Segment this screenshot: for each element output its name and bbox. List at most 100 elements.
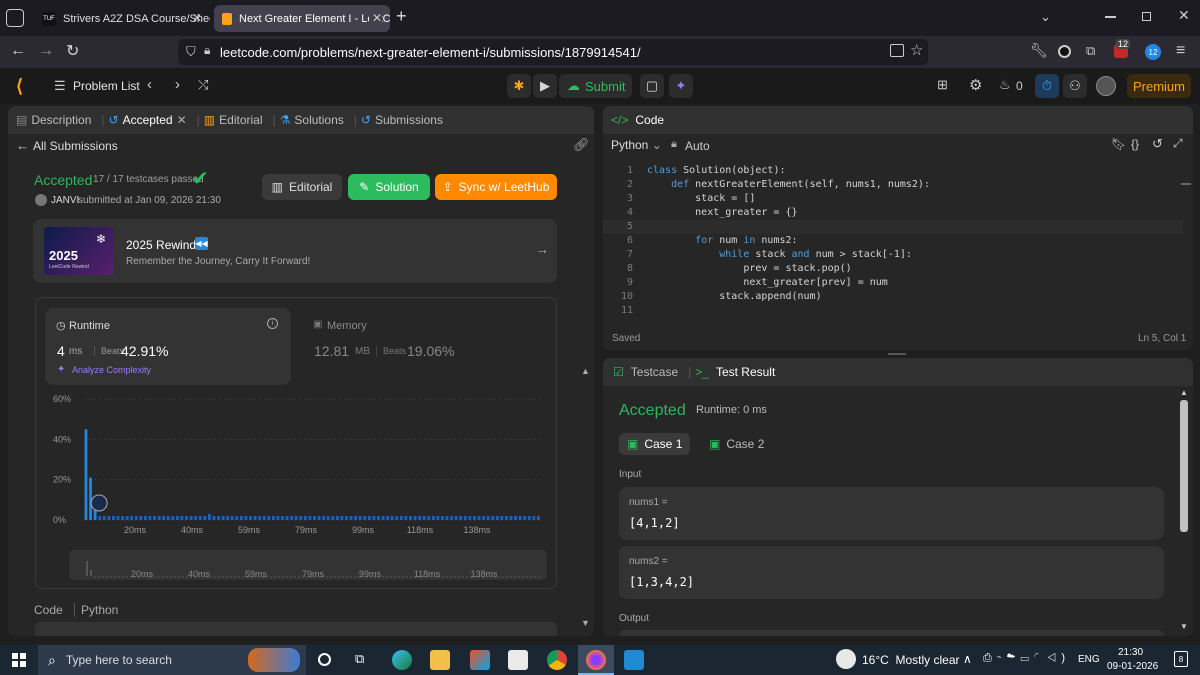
edge-icon[interactable] bbox=[392, 650, 412, 670]
scrollbar[interactable]: ▲ ▼ bbox=[581, 366, 590, 628]
url-bar[interactable]: ⛉ 🔒︎ leetcode.com/problems/next-greater-… bbox=[178, 39, 928, 65]
reload-icon[interactable]: ↻ bbox=[66, 41, 79, 61]
chart-bar bbox=[294, 515, 298, 520]
scroll-thumb[interactable] bbox=[1180, 400, 1188, 532]
browser-tab-leetcode[interactable]: Next Greater Element I - LeetCo ✕ bbox=[214, 5, 390, 32]
clock-time[interactable]: 21:30 bbox=[1118, 647, 1143, 658]
cortana-circle-icon[interactable] bbox=[318, 653, 331, 666]
all-submissions-link[interactable]: All Submissions bbox=[33, 139, 118, 153]
tab-submissions[interactable]: Submissions bbox=[375, 113, 443, 127]
profile-icon[interactable]: 12 bbox=[1145, 44, 1161, 60]
test-scrollbar[interactable]: ▲ ▼ bbox=[1178, 388, 1190, 634]
language-select[interactable]: Python ⌄ bbox=[611, 138, 662, 152]
settings-gear-icon[interactable]: ⚙ bbox=[969, 76, 982, 94]
next-problem-icon[interactable]: › bbox=[175, 76, 180, 93]
close-window-icon[interactable]: ✕ bbox=[1178, 7, 1190, 24]
tab-testcase[interactable]: Testcase bbox=[631, 365, 678, 379]
tab-accepted[interactable]: Accepted bbox=[123, 113, 173, 127]
vscode-icon[interactable] bbox=[624, 650, 644, 670]
store-icon[interactable] bbox=[470, 650, 490, 670]
problem-list-icon[interactable]: ☰ bbox=[54, 78, 66, 94]
info-icon[interactable]: i bbox=[267, 318, 278, 329]
problem-list-link[interactable]: Problem List bbox=[73, 79, 140, 93]
auto-mode[interactable]: Auto bbox=[685, 139, 710, 153]
back-icon[interactable]: ← bbox=[10, 42, 26, 60]
new-tab-button[interactable]: + bbox=[396, 6, 407, 27]
analyze-complexity-link[interactable]: Analyze Complexity bbox=[72, 365, 151, 375]
tab-overview-icon[interactable] bbox=[6, 9, 24, 27]
expand-icon[interactable]: ⤢ bbox=[1173, 136, 1183, 151]
weather-icon[interactable] bbox=[836, 649, 856, 669]
menu-icon[interactable]: ≡ bbox=[1176, 42, 1185, 60]
tab-solutions[interactable]: Solutions bbox=[294, 113, 343, 127]
leetcode-logo-icon[interactable]: ⟨ bbox=[16, 76, 23, 97]
scroll-up-icon[interactable]: ▲ bbox=[1180, 388, 1188, 397]
extension-dark-icon[interactable] bbox=[1058, 45, 1071, 58]
chevron-up-icon[interactable]: ∧ bbox=[963, 652, 972, 666]
bookmark-star-icon[interactable]: ☆ bbox=[910, 41, 923, 59]
memory-card[interactable]: ▣ Memory 12.81 MB Beats 19.06% bbox=[302, 308, 542, 385]
file-explorer-icon[interactable] bbox=[430, 650, 450, 670]
notification-icon[interactable]: 8 bbox=[1174, 651, 1188, 667]
editor-scrollbar[interactable] bbox=[1181, 183, 1191, 185]
leethub-sync-button[interactable]: ⇪ Sync w/ LeetHub bbox=[435, 174, 557, 200]
tab-list-icon[interactable]: ⌄ bbox=[1040, 9, 1051, 25]
case-2-tab[interactable]: ▣ Case 2 bbox=[703, 433, 773, 455]
bookmark-icon[interactable]: 🔖︎ bbox=[1111, 137, 1126, 151]
chrome-icon[interactable] bbox=[547, 650, 567, 670]
arrow-right-icon[interactable]: → bbox=[535, 241, 549, 257]
tray-icons[interactable]: ⎙⌁☁▭◜◁) bbox=[983, 652, 1070, 665]
username[interactable]: JANVI bbox=[51, 195, 79, 206]
submit-button[interactable]: ☁ Submit bbox=[559, 74, 632, 98]
lock-icon[interactable]: 🔒︎ bbox=[204, 43, 210, 58]
tab-test-result[interactable]: Test Result bbox=[716, 365, 775, 379]
windows-start-icon[interactable] bbox=[12, 653, 26, 667]
scroll-down-icon[interactable]: ▼ bbox=[1180, 622, 1188, 631]
premium-button[interactable]: Premium bbox=[1127, 74, 1191, 98]
avatar[interactable] bbox=[1096, 76, 1116, 96]
ai-assist-button[interactable]: ✦ bbox=[669, 74, 693, 98]
forward-icon[interactable]: → bbox=[38, 42, 54, 60]
solution-button[interactable]: ✎ Solution bbox=[348, 174, 430, 200]
extension-wrench-icon[interactable]: 🔧︎ bbox=[1030, 42, 1048, 59]
task-view-icon[interactable]: ⧉ bbox=[355, 651, 364, 667]
tab-editorial[interactable]: Editorial bbox=[219, 113, 262, 127]
panel-resize-handle[interactable] bbox=[888, 353, 906, 355]
minimize-icon[interactable] bbox=[1105, 16, 1116, 18]
mail-icon[interactable] bbox=[508, 650, 528, 670]
firefox-icon[interactable] bbox=[586, 650, 606, 670]
add-friend-button[interactable]: ⚇ bbox=[1063, 74, 1087, 98]
shield-icon[interactable]: ⛉ bbox=[186, 44, 196, 60]
restore-icon[interactable] bbox=[1142, 12, 1151, 21]
close-tab-icon[interactable]: ✕ bbox=[177, 113, 187, 127]
back-arrow-icon[interactable]: ← bbox=[16, 138, 29, 153]
layout-icon[interactable]: ⊞ bbox=[937, 77, 948, 93]
share-link-icon[interactable]: 🔗︎ bbox=[573, 137, 590, 153]
format-braces-icon[interactable]: {} bbox=[1131, 137, 1139, 151]
debug-button[interactable]: ✱ bbox=[507, 74, 531, 98]
language-indicator[interactable]: ENG bbox=[1078, 654, 1100, 665]
clock-date[interactable]: 09-01-2026 bbox=[1107, 661, 1158, 672]
code-editor[interactable]: 1 class Solution(object): 2 def nextGreate… bbox=[603, 164, 1183, 324]
close-tab-icon[interactable]: ✕ bbox=[368, 11, 382, 25]
notes-button[interactable]: ▢ bbox=[640, 74, 664, 98]
prev-problem-icon[interactable]: ‹ bbox=[147, 76, 152, 93]
scroll-down-icon[interactable]: ▼ bbox=[581, 618, 590, 628]
rewind-banner[interactable]: 2025 LeetCode Rewind ❄ 2025 Rewind ◀◀ Re… bbox=[33, 219, 557, 283]
streak-flame-icon[interactable]: ♨ bbox=[999, 77, 1011, 93]
runtime-card[interactable]: ◷ Runtime i 4 ms Beats 42.91% ✦ Analyze … bbox=[45, 308, 291, 385]
run-button[interactable]: ▶ bbox=[533, 74, 557, 98]
timer-button[interactable]: ⏱ bbox=[1035, 74, 1059, 98]
code-text: for num in nums2: bbox=[695, 235, 798, 246]
weather-text[interactable]: 16°C Mostly clear bbox=[862, 653, 960, 667]
editorial-button[interactable]: ▥ Editorial bbox=[262, 174, 342, 200]
case-1-tab[interactable]: ▣ Case 1 bbox=[619, 433, 690, 455]
extensions-puzzle-icon[interactable]: ⧉ bbox=[1086, 43, 1095, 59]
reset-icon[interactable]: ↺ bbox=[1152, 136, 1163, 152]
shuffle-icon[interactable]: ⤭ bbox=[198, 77, 208, 93]
browser-tab-striver[interactable]: TUF Strivers A2Z DSA Course/Sheet ✕ bbox=[34, 5, 210, 32]
scroll-up-icon[interactable]: ▲ bbox=[581, 366, 590, 376]
close-tab-icon[interactable]: ✕ bbox=[192, 11, 202, 25]
tab-description[interactable]: Description bbox=[31, 113, 91, 127]
reader-view-icon[interactable] bbox=[890, 44, 904, 57]
